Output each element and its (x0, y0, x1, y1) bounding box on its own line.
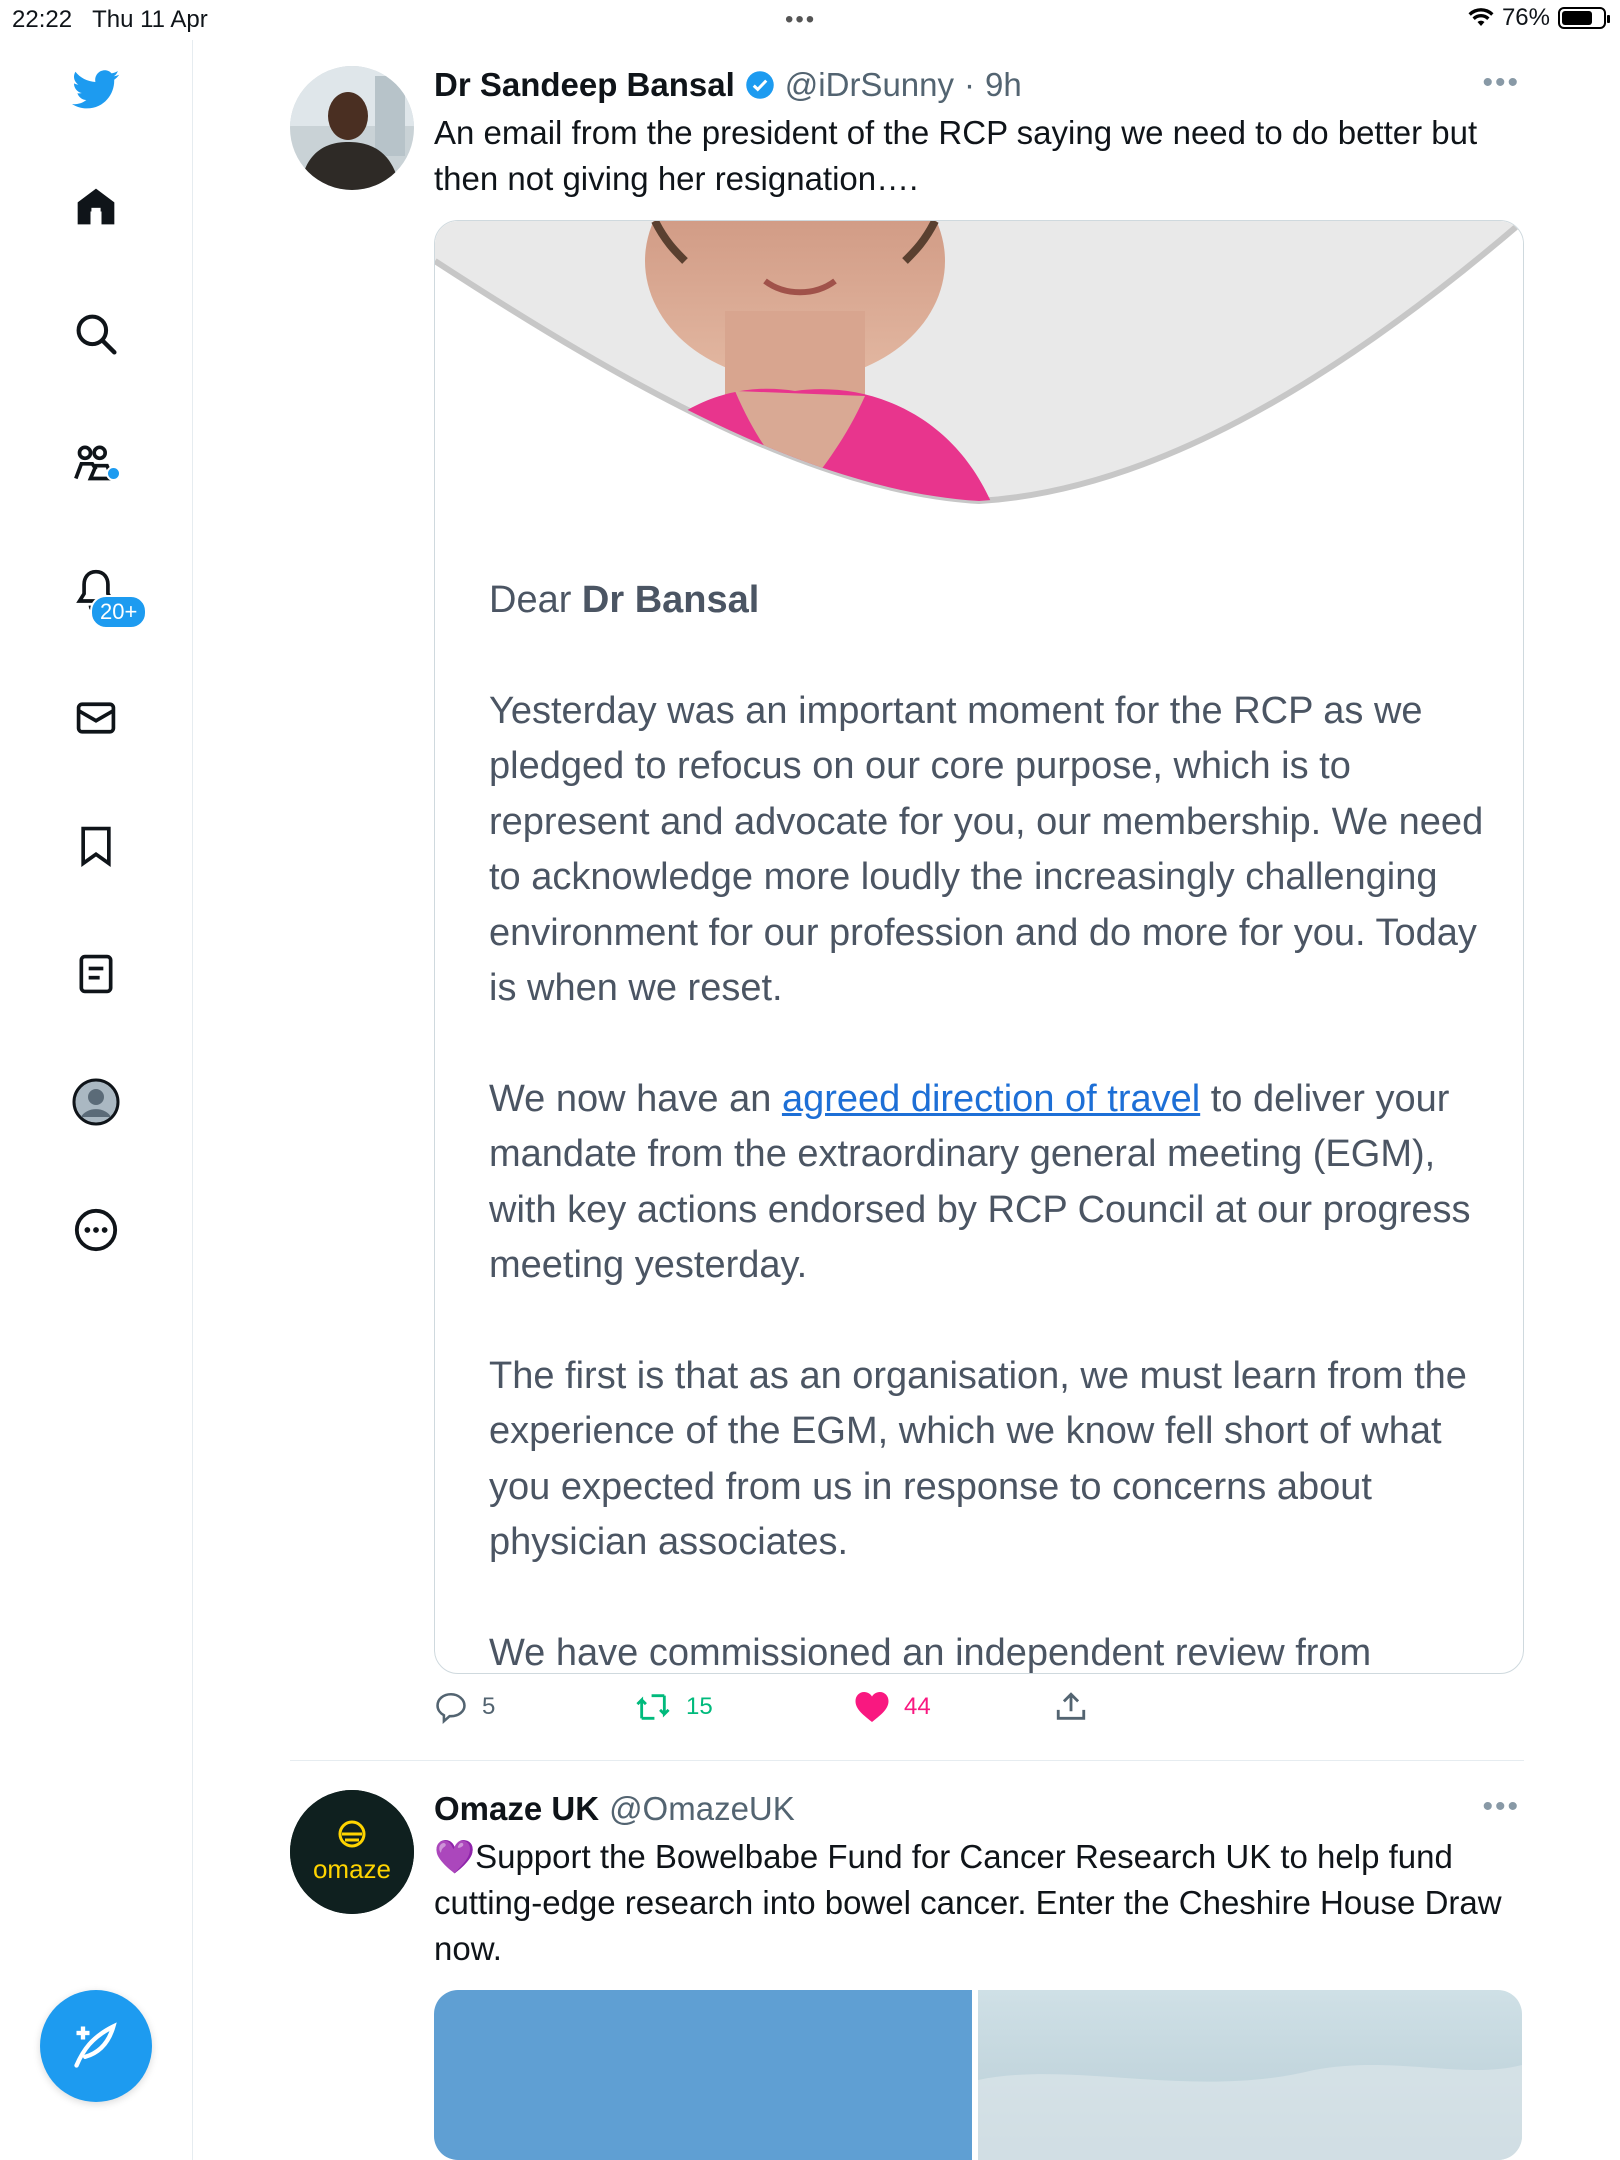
battery-percent: 76% (1501, 4, 1550, 31)
more-options-icon[interactable]: ••• (1482, 66, 1520, 100)
like-button[interactable]: 44 (854, 1690, 931, 1724)
status-bar: 22:22 Thu 11 Apr ••• 76% (0, 0, 1620, 40)
share-button[interactable] (1054, 1690, 1088, 1724)
compose-tweet-button[interactable] (40, 1990, 152, 2102)
tweet-image-email[interactable]: Dear Dr Bansal Yesterday was an importan… (434, 220, 1524, 1674)
battery-icon (1558, 7, 1610, 29)
reply-count: 5 (482, 1693, 496, 1720)
email-paragraph-4: We have commissioned an independent revi… (489, 1631, 1372, 1674)
status-right: 76% (1468, 4, 1610, 32)
reply-icon (436, 1692, 466, 1724)
notifications-badge: 20+ (90, 595, 148, 629)
tweet-card[interactable]: Dr Sandeep Bansal @iDrSunny · 9h ••• An … (290, 66, 1524, 1746)
wifi-icon (1468, 8, 1494, 26)
author-name[interactable]: Omaze UK (434, 1790, 599, 1828)
author-handle[interactable]: @iDrSunny (785, 66, 954, 104)
omaze-logo-text: omaze (312, 1854, 392, 1884)
tweet-time[interactable]: 9h (985, 66, 1022, 104)
tweet-text: An email from the president of the RCP s… (434, 114, 1478, 197)
tweet-header: Dr Sandeep Bansal @iDrSunny · 9h (434, 66, 1022, 104)
tweet-text: 💜Support the Bowelbabe Fund for Cancer R… (434, 1838, 1502, 1967)
email-paragraph-3: The first is that as an organisation, we… (489, 1354, 1467, 1564)
email-link-agreed-direction[interactable]: agreed direction of travel (782, 1078, 1200, 1120)
email-header-photo (435, 221, 1523, 511)
retweet-button[interactable]: 15 (634, 1690, 713, 1724)
author-name[interactable]: Dr Sandeep Bansal (434, 66, 735, 104)
email-paragraph-2: We now have an agreed direction of trave… (489, 1077, 1471, 1287)
tweet-divider (290, 1760, 1524, 1761)
search-icon[interactable] (72, 310, 120, 358)
sidebar-nav: 20+ (0, 40, 193, 2160)
like-count: 44 (904, 1693, 931, 1720)
status-date: Thu 11 Apr (92, 6, 208, 33)
promo-media-grid[interactable] (434, 1990, 1522, 2160)
status-time: 22:22 Thu 11 Apr (12, 6, 208, 33)
omaze-avatar[interactable]: omaze (290, 1790, 414, 1914)
promo-images (434, 1990, 1522, 2160)
heart-filled-icon (855, 1692, 889, 1722)
home-icon[interactable] (72, 182, 120, 230)
profile-avatar-icon[interactable] (72, 1078, 120, 1126)
compose-tweet-icon (74, 2022, 117, 2068)
email-paragraph-1: Yesterday was an important moment for th… (489, 689, 1484, 1010)
author-avatar[interactable] (290, 66, 414, 190)
retweet-count: 15 (686, 1693, 713, 1720)
tweet-header: Omaze UK @OmazeUK (434, 1790, 795, 1828)
reply-button[interactable]: 5 (434, 1690, 495, 1724)
messages-envelope-icon[interactable] (72, 694, 120, 742)
tweet-actions: 5 15 44 (434, 1690, 1522, 1740)
lists-icon[interactable] (72, 950, 120, 998)
purple-heart-emoji: 💜 (434, 1838, 476, 1875)
email-body: Dear Dr Bansal Yesterday was an importan… (489, 573, 1489, 1674)
separator-dot: · (964, 66, 976, 103)
bookmark-icon[interactable] (72, 822, 120, 870)
email-greeting: Dear Dr Bansal (489, 579, 760, 621)
verified-badge-icon (746, 71, 774, 99)
twitter-bird-logo-icon[interactable] (72, 66, 120, 114)
communities-unread-dot (106, 466, 121, 481)
share-icon (1056, 1692, 1086, 1720)
more-options-icon[interactable]: ••• (1482, 1790, 1520, 1824)
author-handle[interactable]: @OmazeUK (609, 1790, 795, 1828)
retweet-icon (636, 1694, 670, 1720)
multitasking-dots-icon[interactable]: ••• (785, 6, 816, 34)
tweet-card-promoted[interactable]: omaze Omaze UK @OmazeUK ••• 💜Support the… (290, 1790, 1524, 2160)
more-icon[interactable] (72, 1206, 120, 1254)
